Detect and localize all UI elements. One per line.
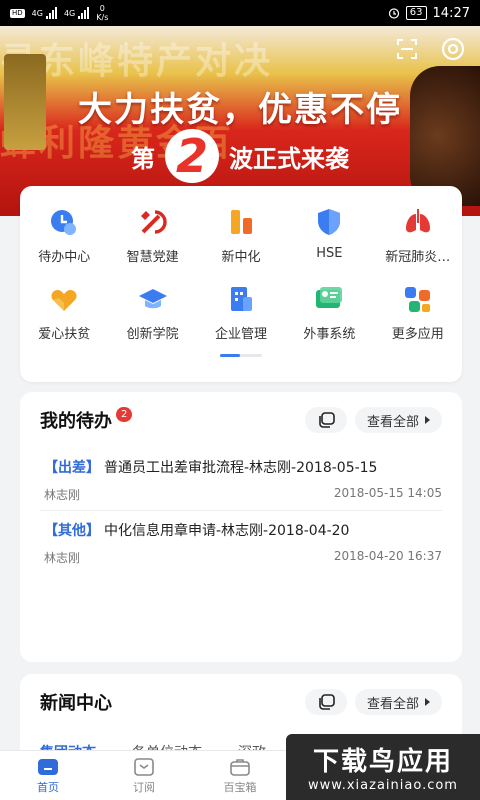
- office-building-icon: [230, 287, 252, 311]
- clock-icon: [51, 210, 77, 235]
- watermark-url: www.xiazainiao.com: [308, 778, 458, 793]
- home-icon: [38, 758, 58, 775]
- app-smart-party[interactable]: 智慧党建: [108, 206, 196, 265]
- todo-item-title: 中化信息用章申请-林志刚-2018-04-20: [104, 523, 350, 539]
- app-foreign-affairs[interactable]: 外事系统: [285, 283, 373, 342]
- app-hse[interactable]: HSE: [285, 206, 373, 265]
- battery-level: 63: [405, 6, 427, 20]
- app-label: 新冠肺炎…: [385, 250, 451, 265]
- page-indicator: [220, 354, 262, 357]
- banner-sub-suffix: 波正式来袭: [229, 144, 349, 173]
- watermark-logo: 下载鸟应用 www.xiazainiao.com: [286, 734, 480, 800]
- news-copy-button[interactable]: [304, 689, 347, 715]
- net-speed-unit: K/s: [96, 13, 109, 22]
- todo-item[interactable]: 【其他】 中化信息用章申请-林志刚-2018-04-20 林志刚 2018-04-…: [40, 510, 442, 572]
- todo-card: 我的待办 2 查看全部 【出差】 普通员工出差审批流程-林志刚-2018-05-1…: [20, 392, 462, 662]
- alarm-icon: [388, 8, 399, 19]
- todo-time: 2018-04-20 16:37: [333, 549, 442, 563]
- status-bar: HD 4G 4G 0 K/s 63 14:27: [0, 0, 480, 26]
- app-label: HSE: [316, 246, 343, 261]
- signal-1-label: 4G: [31, 8, 43, 18]
- app-grid: 待办中心 智慧党建 新中化 HSE 新冠肺炎… 爱心扶贫 创新学院 企业管理 外…: [20, 186, 462, 342]
- app-covid[interactable]: 新冠肺炎…: [374, 206, 462, 265]
- app-label: 创新学院: [126, 327, 179, 342]
- news-header: 新闻中心 查看全部: [20, 674, 462, 730]
- banner-subtitle: 第 2 波正式来袭: [110, 129, 370, 183]
- app-more[interactable]: 更多应用: [374, 283, 462, 342]
- nav-home[interactable]: 首页: [0, 751, 96, 800]
- app-label: 新中化: [221, 250, 261, 265]
- nav-label: 百宝箱: [223, 780, 257, 794]
- nav-subscribe[interactable]: 订阅: [96, 751, 192, 800]
- app-grid-card: 待办中心 智慧党建 新中化 HSE 新冠肺炎… 爱心扶贫 创新学院 企业管理 外…: [20, 186, 462, 382]
- graduation-cap-icon: [138, 289, 167, 309]
- subscribe-icon: [134, 757, 154, 776]
- signal-2-icon: [78, 7, 90, 19]
- app-label: 智慧党建: [126, 250, 179, 265]
- todo-tag: 【出差】: [44, 460, 100, 476]
- banner-sub-prefix: 第: [131, 144, 155, 173]
- nav-label: 订阅: [133, 780, 155, 794]
- shield-icon: [318, 209, 341, 235]
- app-label: 爱心扶贫: [38, 327, 91, 342]
- todo-item-title: 普通员工出差审批流程-林志刚-2018-05-15: [104, 460, 378, 476]
- settings-icon[interactable]: [440, 36, 466, 62]
- todo-tag: 【其他】: [44, 523, 100, 539]
- todo-person: 林志刚: [44, 551, 81, 565]
- app-todo-center[interactable]: 待办中心: [20, 206, 108, 265]
- arrow-right-icon: [425, 698, 430, 706]
- hd-badge: HD: [10, 8, 25, 18]
- banner-sub-number: 2: [165, 129, 219, 183]
- scan-icon[interactable]: [396, 38, 418, 60]
- watermark-title: 下载鸟应用: [312, 747, 453, 777]
- app-enterprise-mgmt[interactable]: 企业管理: [197, 283, 285, 342]
- party-emblem-icon: [140, 210, 167, 234]
- arrow-right-icon: [425, 416, 430, 424]
- app-label: 外事系统: [303, 327, 356, 342]
- nav-label: 首页: [37, 780, 59, 794]
- news-title: 新闻中心: [40, 693, 112, 714]
- net-speed-value: 0: [99, 4, 105, 13]
- todo-person: 林志刚: [44, 488, 81, 502]
- id-card-icon: [316, 287, 343, 308]
- banner-headline: 大力扶贫，优惠不停: [78, 90, 402, 130]
- app-label: 更多应用: [391, 327, 444, 342]
- app-new-sinochem[interactable]: 新中化: [197, 206, 285, 265]
- net-speed: 0 K/s: [96, 4, 108, 22]
- app-poverty-aid[interactable]: 爱心扶贫: [20, 283, 108, 342]
- todo-header: 我的待办 2 查看全部: [20, 392, 462, 448]
- view-all-label: 查看全部: [366, 414, 419, 430]
- view-all-label: 查看全部: [366, 696, 419, 712]
- more-apps-icon: [404, 287, 430, 312]
- status-time: 14:27: [432, 5, 470, 21]
- building-bars-icon: [230, 210, 252, 234]
- todo-title: 我的待办: [40, 411, 112, 432]
- signal-1-icon: [45, 7, 57, 19]
- heart-hands-icon: [51, 289, 77, 311]
- lungs-icon: [405, 209, 430, 233]
- signal-2-label: 4G: [63, 8, 76, 18]
- app-label: 待办中心: [38, 250, 91, 265]
- todo-count-badge: 2: [116, 406, 133, 422]
- toolbox-icon: [230, 758, 250, 776]
- copy-icon: [319, 412, 335, 428]
- todo-item[interactable]: 【出差】 普通员工出差审批流程-林志刚-2018-05-15 林志刚 2018-0…: [20, 448, 462, 510]
- news-view-all-button[interactable]: 查看全部: [354, 689, 442, 715]
- copy-icon: [319, 694, 335, 710]
- app-label: 企业管理: [214, 327, 267, 342]
- todo-time: 2018-05-15 14:05: [333, 486, 442, 500]
- todo-copy-button[interactable]: [304, 407, 347, 433]
- app-innovation-college[interactable]: 创新学院: [108, 283, 196, 342]
- todo-view-all-button[interactable]: 查看全部: [354, 407, 442, 433]
- nav-toolbox[interactable]: 百宝箱: [192, 751, 288, 800]
